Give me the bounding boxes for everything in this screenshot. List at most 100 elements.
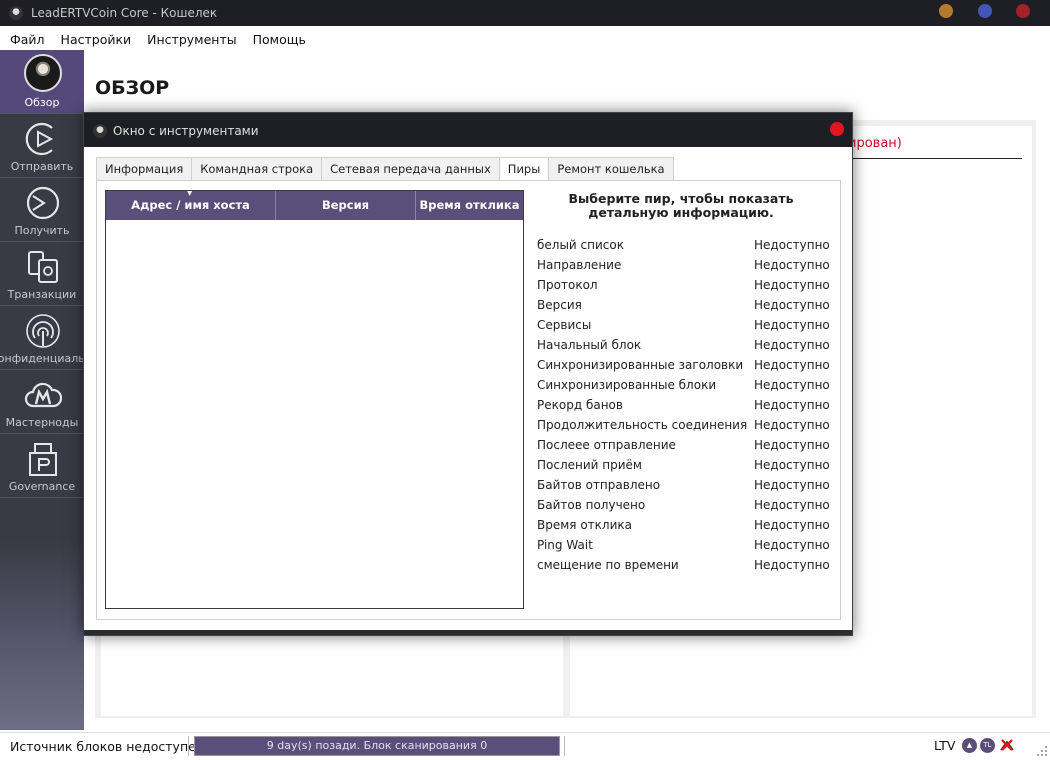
sidebar-item-receive[interactable]: Получить [0,178,84,242]
peer-detail-value: Недоступно [754,518,830,532]
peer-detail-key: Продолжительность соединения [537,418,748,432]
peer-detail-row: Ping Wait Недоступно [537,535,835,555]
peers-table[interactable]: ▼ Адрес / имя хоста Версия Время отклика [105,190,524,609]
peer-detail-row: Синхронизированные заголовки Недоступно [537,355,835,375]
sidebar-item-transactions[interactable]: Транзакции [0,242,84,306]
send-icon [25,122,54,156]
peer-detail-key: смещение по времени [537,558,679,572]
transactions-icon [28,251,58,283]
sidebar-item-label: Отправить [10,160,74,173]
app-logo-icon [93,124,107,138]
status-separator [564,736,565,756]
close-button[interactable] [1016,4,1030,18]
sidebar-item-masternodes[interactable]: Мастерноды [0,370,84,434]
peer-detail-value: Недоступно [754,378,830,392]
sidebar-item-label: Транзакции [7,288,77,301]
network-disabled-icon[interactable] [999,737,1015,753]
peer-detail-key: Синхронизированные блоки [537,378,717,392]
status-separator [188,736,189,756]
sidebar: Обзор Отправить Получить Транзакции Конф… [0,50,84,730]
menu-tools[interactable]: Инструменты [139,32,244,47]
dialog-close-button[interactable] [830,122,844,136]
peer-detail-row: Продолжительность соединения Недоступно [537,415,835,435]
peer-detail-value: Недоступно [754,358,830,372]
peer-detail-row: Байтов получено Недоступно [537,495,835,515]
tools-dialog: Окно с инструментами Информация Командна… [83,112,853,636]
peer-detail-row: Послеее отправление Недоступно [537,435,835,455]
minimize-button[interactable] [939,4,953,18]
peers-table-header: ▼ Адрес / имя хоста Версия Время отклика [106,191,523,220]
peer-detail-value: Недоступно [754,498,830,512]
peer-detail-row: Версия Недоступно [537,295,835,315]
tab-wallet-repair[interactable]: Ремонт кошелька [548,157,674,181]
peer-detail-value: Недоступно [754,278,830,292]
peer-detail-key: Послений приём [537,458,642,472]
column-header-address[interactable]: ▼ Адрес / имя хоста [106,191,276,220]
sidebar-item-send[interactable]: Отправить [0,114,84,178]
sync-progress-bar: 9 day(s) позади. Блок сканирования 0 [194,736,560,756]
peer-detail-row: белый список Недоступно [537,235,835,255]
peer-detail-value: Недоступно [754,258,830,272]
tl-icon[interactable]: TL [980,738,995,753]
governance-icon [29,443,57,476]
dialog-bottom-border [84,630,852,635]
sidebar-item-label: Получить [14,224,70,237]
peer-detail-key: Байтов отправлено [537,478,661,492]
peer-detail-row: Послений приём Недоступно [537,455,835,475]
receive-icon [26,186,60,220]
peer-detail-value: Недоступно [754,238,830,252]
peer-detail-value: Недоступно [754,298,830,312]
dialog-titlebar: Окно с инструментами [84,113,852,147]
sidebar-item-label: Конфиденциальность [0,352,84,365]
resize-grip-icon[interactable] [1036,745,1048,757]
peer-detail-row: Рекорд банов Недоступно [537,395,835,415]
statusbar: Источник блоков недоступен 9 day(s) поза… [0,732,1050,760]
sidebar-item-governance[interactable]: Governance [0,434,84,498]
peer-detail-key: Байтов получено [537,498,646,512]
menu-settings[interactable]: Настройки [53,32,140,47]
page-title: ОБЗОР [95,77,170,99]
tab-peers[interactable]: Пиры [498,157,549,181]
privacy-icon [26,314,60,348]
peer-detail-key: Начальный блок [537,338,642,352]
peer-detail-key: Послеее отправление [537,438,676,452]
peer-detail-prompt: Выберите пир, чтобы показать детальную и… [568,191,794,220]
avatar-icon [24,54,62,92]
peer-detail-row: Сервисы Недоступно [537,315,835,335]
column-header-ping[interactable]: Время отклика [416,191,523,220]
maximize-button[interactable] [978,4,992,18]
sync-progress-text: 9 day(s) позади. Блок сканирования 0 [266,739,488,752]
sidebar-item-overview[interactable]: Обзор [0,50,84,114]
peer-detail-value: Недоступно [754,538,830,552]
peer-detail-row: Начальный блок Недоступно [537,335,835,355]
peer-detail-list: белый список Недоступно Направление Недосту… [537,235,835,575]
column-header-version[interactable]: Версия [276,191,416,220]
window-title: LeadERTVCoin Core - Кошелек [31,6,218,20]
peer-detail-row: Синхронизированные блоки Недоступно [537,375,835,395]
peer-detail-row: Направление Недоступно [537,255,835,275]
peer-detail-row: Байтов отправлено Недоступно [537,475,835,495]
peer-detail-value: Недоступно [754,338,830,352]
out-of-sync-label: ирован) [848,136,902,151]
menu-help[interactable]: Помощь [245,32,314,47]
peers-tab-pane: ▼ Адрес / имя хоста Версия Время отклика… [96,180,841,620]
tab-network-traffic[interactable]: Сетевая передача данных [321,157,499,181]
peer-detail-key: Ping Wait [537,538,593,552]
sidebar-item-privacy[interactable]: Конфиденциальность [0,306,84,370]
dialog-body: Информация Командная строка Сетевая пере… [84,147,852,635]
peer-detail-key: Синхронизированные заголовки [537,358,744,372]
sidebar-item-label: Обзор [24,96,60,109]
menu-file[interactable]: Файл [2,32,53,47]
window-titlebar: LeadERTVCoin Core - Кошелек [0,0,1050,26]
unit-selector[interactable]: LTV [934,738,955,753]
peer-detail-key: Протокол [537,278,598,292]
peer-detail-row: Протокол Недоступно [537,275,835,295]
tab-console[interactable]: Командная строка [191,157,322,181]
chevron-up-icon[interactable]: ▲ [962,738,977,753]
peer-detail-key: Версия [537,298,582,312]
tab-information[interactable]: Информация [96,157,192,181]
peer-detail-key: Сервисы [537,318,592,332]
app-logo-icon [9,6,23,20]
peer-detail-value: Недоступно [754,318,830,332]
peer-detail-row: смещение по времени Недоступно [537,555,835,575]
